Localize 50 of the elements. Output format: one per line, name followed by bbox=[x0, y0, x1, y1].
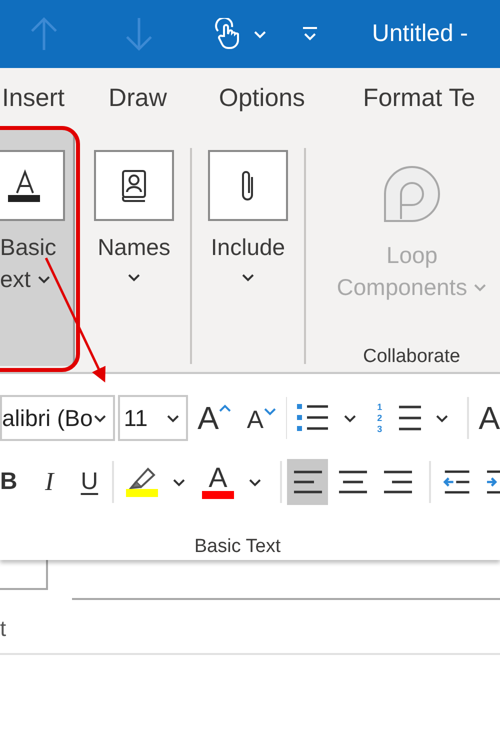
styles-button[interactable]: A bbox=[478, 402, 500, 434]
numbering-button[interactable]: 1 2 3 bbox=[377, 402, 450, 434]
list-lines-icon bbox=[399, 405, 422, 431]
chevron-icon bbox=[127, 272, 141, 282]
caret-down-icon bbox=[264, 408, 276, 416]
text-button[interactable]: Basic ext bbox=[0, 130, 75, 366]
bold-button[interactable]: B bbox=[0, 470, 14, 494]
names-button[interactable]: Names bbox=[92, 150, 176, 291]
customize-icon[interactable] bbox=[302, 26, 318, 42]
address-book-icon bbox=[121, 168, 147, 202]
chevron-icon bbox=[36, 274, 51, 284]
align-right-icon bbox=[383, 469, 414, 495]
ribbon-tab[interactable]: Format Te bbox=[363, 80, 476, 118]
align-left-button[interactable] bbox=[286, 459, 328, 505]
font-color-button[interactable]: A bbox=[202, 465, 262, 499]
align-left-icon bbox=[292, 469, 323, 495]
ribbon-tab[interactable]: Insert bbox=[2, 80, 65, 118]
ribbon-tab[interactable]: Options bbox=[218, 80, 306, 118]
italic-button[interactable]: I bbox=[40, 469, 59, 495]
decrease-indent-icon[interactable] bbox=[442, 469, 471, 495]
increase-indent-icon[interactable] bbox=[486, 469, 500, 495]
underline-button[interactable]: U bbox=[80, 470, 98, 494]
caret-up-icon bbox=[218, 404, 231, 412]
chevron-icon bbox=[92, 414, 107, 422]
ribbon-tab[interactable]: Draw bbox=[108, 80, 167, 118]
chevron-icon bbox=[473, 282, 488, 292]
chevron-icon bbox=[248, 478, 262, 486]
highlight-button[interactable] bbox=[126, 467, 186, 497]
shrink-font-button[interactable]: A bbox=[246, 404, 276, 432]
group-label: Collaborate bbox=[363, 345, 460, 369]
hand-pointer-icon[interactable] bbox=[215, 18, 239, 50]
window-title: Untitled - bbox=[372, 19, 468, 49]
align-center-icon bbox=[338, 469, 368, 495]
font-size-field[interactable]: 11 bbox=[118, 395, 188, 441]
bulleted-list-icon bbox=[297, 403, 330, 433]
grow-font-button[interactable]: A bbox=[198, 402, 231, 434]
bullets-button[interactable] bbox=[297, 403, 358, 433]
highlighter-icon bbox=[128, 467, 156, 489]
chevron-icon bbox=[166, 414, 180, 422]
chevron-icon bbox=[241, 272, 255, 282]
include-button[interactable]: Include bbox=[206, 150, 290, 291]
field-label: t bbox=[0, 615, 6, 643]
loop-icon bbox=[383, 164, 441, 222]
chevron-icon bbox=[435, 414, 450, 422]
chevron-icon bbox=[343, 414, 358, 422]
font-name-field[interactable]: alibri (Bo bbox=[0, 395, 115, 441]
to-field-box[interactable] bbox=[0, 558, 48, 590]
chevron-icon bbox=[253, 30, 267, 38]
group-label: Basic Text bbox=[194, 535, 281, 559]
chevron-icon bbox=[172, 478, 186, 486]
